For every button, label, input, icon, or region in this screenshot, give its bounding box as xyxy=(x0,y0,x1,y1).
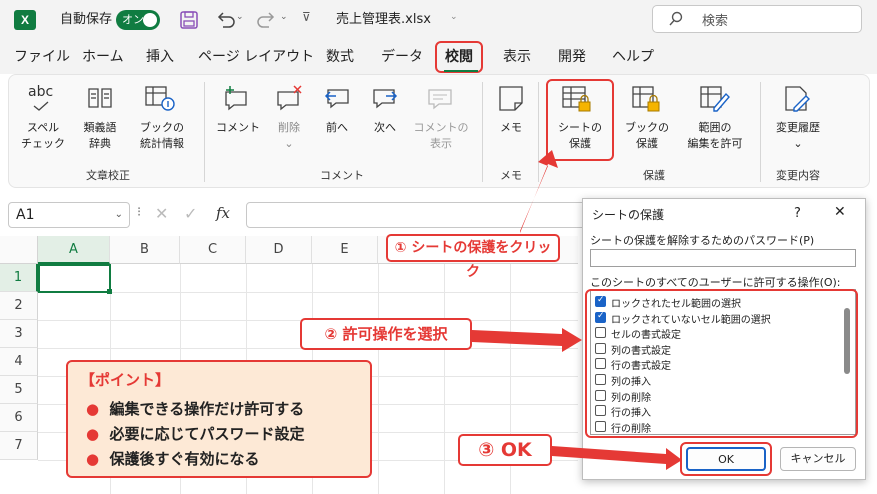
point-item: ● 必要に応じてパスワード設定 xyxy=(86,425,305,443)
point-title: 【ポイント】 xyxy=(80,371,171,389)
arrow-step1 xyxy=(520,150,558,233)
callout-step2: ② 許可操作を選択 xyxy=(300,318,472,350)
arrow-step2 xyxy=(472,328,582,352)
arrow-step3 xyxy=(552,446,682,470)
callout-step1: ① シートの保護をクリック xyxy=(386,234,560,280)
point-item: ● 編集できる操作だけ許可する xyxy=(86,400,305,418)
callout-step3: ③ OK xyxy=(458,434,552,466)
point-item: ● 保護後すぐ有効になる xyxy=(86,450,260,468)
